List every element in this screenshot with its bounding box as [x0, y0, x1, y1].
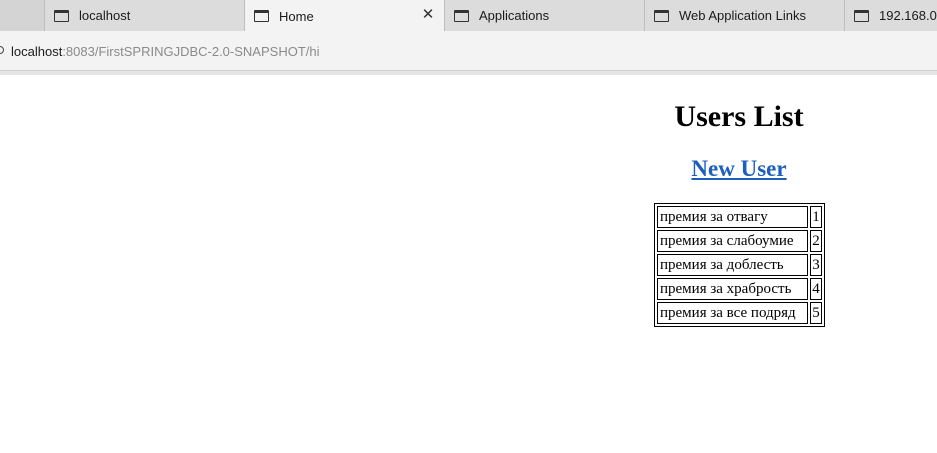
row-id: 4 — [810, 278, 822, 300]
row-id: 5 — [810, 302, 822, 324]
table-row: премия за доблесть 3 — [657, 254, 822, 276]
table-row: премия за слабоумие 2 — [657, 230, 822, 252]
tab-home[interactable]: Home ✕ — [245, 0, 445, 32]
tab-label: Home — [279, 8, 314, 24]
chrome-divider — [0, 71, 937, 75]
page-icon — [454, 9, 469, 22]
tab-192-168[interactable]: 192.168.0. — [845, 0, 937, 31]
page-icon — [654, 9, 669, 22]
url-field[interactable]: localhost:8083/FirstSPRINGJDBC-2.0-SNAPS… — [11, 44, 320, 59]
row-id: 2 — [810, 230, 822, 252]
table-row: премия за храбрость 4 — [657, 278, 822, 300]
users-table: премия за отвагу 1 премия за слабоумие 2… — [654, 203, 825, 327]
row-id: 3 — [810, 254, 822, 276]
tab-strip: localhost Home ✕ Applications Web Applic… — [0, 0, 937, 32]
row-name: премия за отвагу — [657, 206, 808, 228]
row-name: премия за слабоумие — [657, 230, 808, 252]
row-name: премия за все подряд — [657, 302, 808, 324]
page-icon — [54, 9, 69, 22]
tab-label: Web Application Links — [679, 8, 806, 23]
tab-label: Applications — [479, 8, 550, 23]
tab-localhost[interactable]: localhost — [45, 0, 245, 31]
row-id: 1 — [810, 206, 822, 228]
page-icon — [254, 10, 269, 22]
table-row: премия за отвагу 1 — [657, 206, 822, 228]
tab-overflow-area[interactable] — [0, 0, 45, 31]
page-icon — [854, 9, 869, 22]
page-title: Users List — [674, 100, 804, 133]
tab-web-application-links[interactable]: Web Application Links — [645, 0, 845, 31]
tab-applications[interactable]: Applications — [445, 0, 645, 31]
tab-label: 192.168.0. — [879, 8, 937, 23]
close-icon[interactable]: ✕ — [420, 7, 436, 23]
table-row: премия за все подряд 5 — [657, 302, 822, 324]
tab-label: localhost — [79, 8, 131, 23]
row-name: премия за доблесть — [657, 254, 808, 276]
address-bar[interactable]: localhost:8083/FirstSPRINGJDBC-2.0-SNAPS… — [0, 31, 937, 71]
row-name: премия за храбрость — [657, 278, 808, 300]
new-user-link[interactable]: New User — [640, 156, 838, 182]
url-host: localhost — [11, 44, 63, 59]
site-info-icon[interactable] — [0, 46, 4, 54]
url-path: :8083/FirstSPRINGJDBC-2.0-SNAPSHOT/hi — [62, 44, 320, 59]
